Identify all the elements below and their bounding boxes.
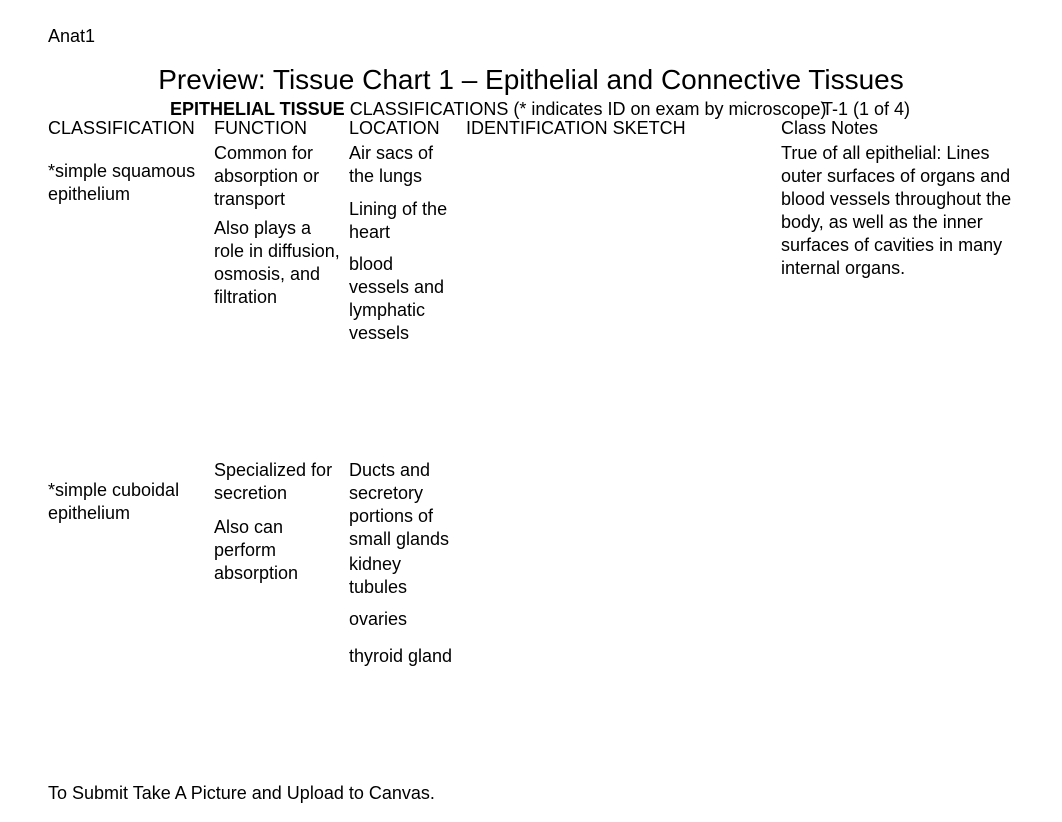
cell-location: ovaries xyxy=(349,608,454,631)
subheading-bold: EPITHELIAL TISSUE xyxy=(170,99,345,119)
col-header-notes: Class Notes xyxy=(781,117,878,140)
cell-notes: True of all epithelial: Lines outer surf… xyxy=(781,142,1016,280)
cell-location: Lining of the heart xyxy=(349,198,454,244)
cell-function: Also plays a role in diffusion, osmosis,… xyxy=(214,217,342,309)
col-header-sketch: IDENTIFICATION SKETCH xyxy=(466,117,686,140)
cell-classification: *simple cuboidal epithelium xyxy=(48,479,208,525)
subheading-rest: CLASSIFICATIONS (* indicates ID on exam … xyxy=(345,99,827,119)
col-header-classification: CLASSIFICATION xyxy=(48,117,195,140)
cell-function: Also can perform absorption xyxy=(214,516,342,585)
cell-location: Air sacs of the lungs xyxy=(349,142,454,188)
cell-location: thyroid gland xyxy=(349,645,454,668)
col-header-location: LOCATION xyxy=(349,117,440,140)
course-code: Anat1 xyxy=(48,25,95,48)
footer-instruction: To Submit Take A Picture and Upload to C… xyxy=(48,782,435,805)
cell-location: kidney tubules xyxy=(349,553,454,599)
cell-location: Ducts and secretory portions of small gl… xyxy=(349,459,454,551)
page-title: Preview: Tissue Chart 1 – Epithelial and… xyxy=(0,62,1062,98)
cell-classification: *simple squamous epithelium xyxy=(48,160,208,206)
col-header-function: FUNCTION xyxy=(214,117,307,140)
page: Anat1 Preview: Tissue Chart 1 – Epitheli… xyxy=(0,0,1062,822)
cell-location: blood vessels and lymphatic vessels xyxy=(349,253,454,345)
cell-function: Specialized for secretion xyxy=(214,459,342,505)
cell-function: Common for absorption or transport xyxy=(214,142,342,211)
